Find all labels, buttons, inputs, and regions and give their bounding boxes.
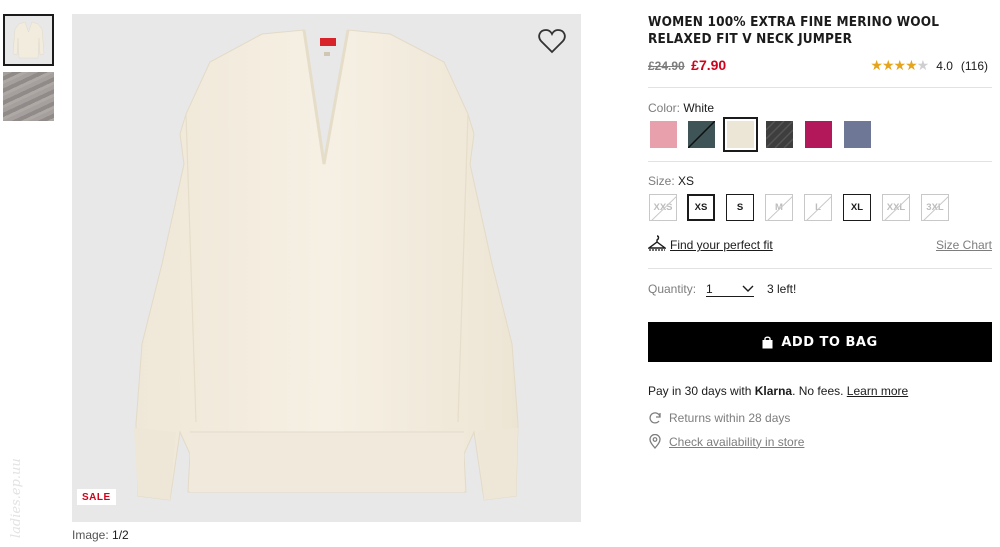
unavailable-strike-icon [767,196,792,220]
unavailable-strike-icon [806,196,831,220]
returns-text: Returns within 28 days [669,411,791,425]
swatch-dark-green[interactable] [688,121,715,148]
size-option-label: XL [850,202,864,213]
size-option-xs[interactable]: XS [687,194,715,221]
original-price: £24.90 [648,59,685,73]
add-to-bag-button[interactable]: ADD TO BAG [648,322,992,362]
divider [648,161,992,162]
price-row: £24.90 £7.90 ★★★★★ 4.0 (116) [648,57,992,75]
quantity-label: Quantity: [648,282,697,296]
sale-price: £7.90 [691,57,727,73]
fabric-texture-image [3,72,54,121]
product-title: WOMEN 100% EXTRA FINE MERINO WOOL RELAXE… [648,15,940,47]
size-option-3xl[interactable]: 3XL [921,194,949,221]
chevron-down-icon [742,285,754,292]
white-swatch-icon [727,121,754,148]
swatch-pink[interactable] [650,121,677,148]
dark-green-swatch-icon [688,121,715,148]
watermark-logo: ladies.ep.uu [9,458,24,538]
unavailable-strike-icon [923,196,948,220]
size-label-text: Size: [648,174,675,188]
magenta-swatch-icon [805,121,832,148]
swatch-white[interactable] [723,117,758,152]
rating[interactable]: ★★★★★ 4.0 (116) [870,57,988,74]
klarna-message: Pay in 30 days with Klarna. No fees. Lea… [648,384,908,398]
review-count: (116) [960,58,988,73]
selected-size-value: XS [678,174,695,188]
sale-badge: SALE [77,489,116,505]
size-option-m[interactable]: M [765,194,793,221]
size-option-xxl[interactable]: XXL [882,194,910,221]
unavailable-strike-icon [651,196,676,220]
size-label: Size: XS [648,174,694,188]
size-option-label: XS [694,202,708,213]
main-product-image: SALE [72,14,581,522]
pink-swatch-icon [650,121,677,148]
heart-icon[interactable] [538,28,566,54]
bag-icon [762,335,773,348]
svg-text:ladies.ep.uu: ladies.ep.uu [9,458,24,538]
sweater-image [134,29,519,501]
find-fit-link[interactable]: Find your perfect fit [670,238,773,252]
image-counter-label: Image: [72,528,109,542]
klarna-prefix: Pay in 30 days with [648,384,752,398]
location-pin-icon [649,434,661,449]
size-chart-link[interactable]: Size Chart [936,238,992,252]
size-option-l[interactable]: L [804,194,832,221]
size-option-s[interactable]: S [726,194,754,221]
returns-info: Returns within 28 days [648,411,790,425]
swatch-blue-gray[interactable] [844,121,871,148]
divider [648,268,992,269]
add-to-bag-label: ADD TO BAG [781,334,878,350]
swatch-dark-gray[interactable] [766,121,793,148]
quantity-row: Quantity: 1 3 left! [648,282,992,298]
learn-more-link[interactable]: Learn more [847,384,908,398]
thumbnail-1[interactable] [3,14,54,66]
thumbnail-2[interactable] [3,72,54,121]
size-option-label: S [736,202,744,213]
size-option-xl[interactable]: XL [843,194,871,221]
divider [648,87,992,88]
swatch-magenta[interactable] [805,121,832,148]
fit-row: Find your perfect fit Size Chart [648,234,992,254]
rating-value: 4.0 [936,58,953,73]
stock-status: 3 left! [767,282,797,296]
color-label-text: Color: [648,101,681,115]
image-counter: Image: 1/2 [72,528,129,542]
sweater-thumbnail-image [5,16,52,64]
color-label: Color: White [648,101,714,115]
dark-gray-swatch-icon [766,121,793,148]
klarna-suffix: . No fees. [792,384,844,398]
image-counter-value: 1/2 [112,528,129,542]
availability-info: Check availability in store [648,434,804,449]
unavailable-strike-icon [884,196,909,220]
blue-gray-swatch-icon [844,121,871,148]
hanger-icon [648,235,666,251]
size-option-xxs[interactable]: XXS [649,194,677,221]
check-availability-link[interactable]: Check availability in store [669,435,804,449]
star-rating-icons: ★★★★★ [870,57,929,73]
quantity-select[interactable]: 1 [706,281,754,297]
selected-color-value: White [683,101,715,115]
quantity-value: 1 [706,282,713,296]
refresh-icon [649,412,661,424]
klarna-brand: Klarna [754,384,793,398]
